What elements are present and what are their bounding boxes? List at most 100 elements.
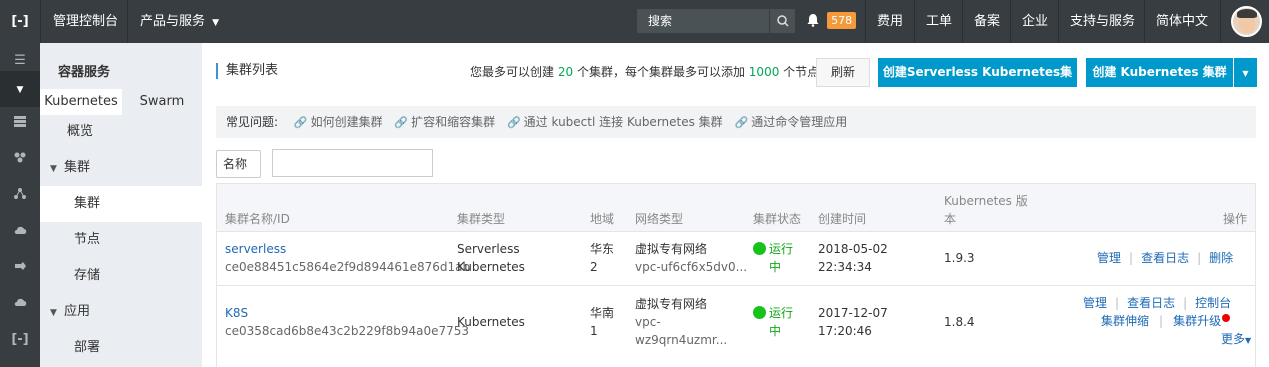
search-box[interactable]: 搜索 xyxy=(637,9,795,33)
sidebar-item-deploy[interactable]: 部署 xyxy=(40,330,202,366)
aliyun-logo-icon[interactable]: [-] xyxy=(0,0,40,43)
view-logs-link[interactable]: 查看日志 xyxy=(1141,251,1189,265)
console-home-link[interactable]: 管理控制台 xyxy=(53,0,118,43)
tab-kubernetes[interactable]: Kubernetes xyxy=(40,89,122,115)
console-link[interactable]: 控制台 xyxy=(1195,296,1231,310)
products-menu[interactable]: 产品与服务 ▼ xyxy=(140,0,219,43)
header-actions: 操作 xyxy=(1223,212,1248,226)
separator: | xyxy=(1183,296,1188,310)
cluster-id: ce0e88451c5864e2f9d894461e876d1ab xyxy=(225,260,471,274)
refresh-button[interactable]: 刷新 xyxy=(816,58,870,87)
server-icon[interactable] xyxy=(0,106,40,142)
sidebar-item-clusters[interactable]: 集群 xyxy=(40,186,202,222)
header-created: 创建时间 xyxy=(818,212,867,226)
search-input[interactable]: 搜索 xyxy=(648,9,672,33)
quota-notice: 您最多可以创建 20 个集群，每个集群最多可以添加 1000 个节点 xyxy=(470,63,819,80)
separator: | xyxy=(1115,296,1120,310)
network-type: 虚拟专有网络 xyxy=(635,242,708,256)
delete-link[interactable]: 删除 xyxy=(1209,251,1233,265)
region-line1: 华东 xyxy=(590,242,615,256)
more-actions-dropdown[interactable]: 更多▼ xyxy=(1221,331,1251,349)
link-icon: 🔗 xyxy=(394,116,409,129)
bell-icon xyxy=(807,14,819,27)
cluster-type-line1: Kubernetes xyxy=(457,315,525,329)
k8s-version: 1.8.4 xyxy=(944,315,975,329)
network-icon[interactable] xyxy=(0,178,40,214)
tickets-link[interactable]: 工单 xyxy=(926,0,952,43)
speed-icon[interactable] xyxy=(0,250,40,286)
rail-collapse-icon[interactable]: ▼ xyxy=(0,71,40,107)
sidebar-group-application[interactable]: ▼ 应用 xyxy=(40,294,202,330)
header-type: 集群类型 xyxy=(457,212,506,226)
notifications-button[interactable]: 578 xyxy=(806,0,857,43)
manage-link[interactable]: 管理 xyxy=(1097,251,1121,265)
created-time: 17:20:46 xyxy=(818,324,872,338)
create-kubernetes-cluster-button[interactable]: 创建 Kubernetes 集群 xyxy=(1086,58,1233,87)
sidebar-item-nodes[interactable]: 节点 xyxy=(40,222,202,258)
manage-link[interactable]: 管理 xyxy=(1083,296,1107,310)
cloud-icon[interactable] xyxy=(0,286,40,322)
quota-suffix: 个节点 xyxy=(783,65,820,79)
billing-link[interactable]: 费用 xyxy=(877,0,903,43)
cluster-type-line1: Serverless xyxy=(457,242,520,256)
created-date: 2017-12-07 xyxy=(818,306,888,320)
cloud-upload-icon[interactable] xyxy=(0,214,40,250)
link-icon: 🔗 xyxy=(734,116,749,129)
create-serverless-cluster-button[interactable]: 创建Serverless Kubernetes集群 xyxy=(878,58,1077,108)
sidebar-group-cluster[interactable]: ▼ 集群 xyxy=(40,150,202,186)
tab-swarm[interactable]: Swarm xyxy=(122,89,202,115)
view-logs-link[interactable]: 查看日志 xyxy=(1127,296,1175,310)
faq-link-label: 扩容和缩容集群 xyxy=(411,115,496,129)
divider xyxy=(1144,0,1145,43)
table-header: 集群名称/ID 集群类型 地域 网络类型 集群状态 创建时间 Kubernete… xyxy=(217,184,1255,232)
faq-link-create-cluster[interactable]: 🔗 如何创建集群 xyxy=(294,115,383,129)
cluster-id: ce0358cad6b8e43c2b229f8b94a0e7753 xyxy=(225,324,470,338)
divider xyxy=(1058,0,1059,43)
sort-select[interactable]: 名称▲▼ xyxy=(216,150,261,196)
create-cluster-dropdown-button[interactable]: ▼ xyxy=(1234,58,1257,87)
icp-filing-link[interactable]: 备案 xyxy=(974,0,1000,43)
cluster-name-link[interactable]: serverless xyxy=(225,241,286,258)
region-line2: 2 xyxy=(590,260,598,274)
table-row: K8S ce0358cad6b8e43c2b229f8b94a0e7753 Ku… xyxy=(217,286,1255,367)
search-icon xyxy=(777,15,789,27)
caret-down-icon: ▼ xyxy=(50,308,57,318)
sidebar-item-overview[interactable]: 概览 xyxy=(40,114,202,150)
row-actions-line2: 集群伸缩 | 集群升级 xyxy=(1101,313,1231,330)
status-indicator: 运行 xyxy=(753,241,793,258)
status-running-icon xyxy=(753,242,766,255)
more-label: 更多 xyxy=(1221,332,1246,346)
quota-mid: 个集群，每个集群最多可以添加 xyxy=(576,65,745,79)
faq-bar: 常见问题: 🔗 如何创建集群 🔗 扩容和缩容集群 🔗 通过 kubectl 连接 Ku… xyxy=(216,106,1256,138)
faq-link-scale-cluster[interactable]: 🔗 扩容和缩容集群 xyxy=(394,115,495,129)
cluster-table: 集群名称/ID 集群类型 地域 网络类型 集群状态 创建时间 Kubernete… xyxy=(216,183,1256,367)
language-selector[interactable]: 简体中文 xyxy=(1156,0,1208,43)
created-date: 2018-05-02 xyxy=(818,242,888,256)
support-link[interactable]: 支持与服务 xyxy=(1070,0,1135,43)
region-line2: 1 xyxy=(590,324,598,338)
user-avatar[interactable] xyxy=(1231,6,1262,37)
main-content: 集群列表 您最多可以创建 20 个集群，每个集群最多可以添加 1000 个节点 … xyxy=(202,43,1269,367)
search-button[interactable] xyxy=(769,9,795,33)
caret-down-icon: ▼ xyxy=(1245,336,1252,345)
faq-link-manage-apps[interactable]: 🔗 通过命令管理应用 xyxy=(735,115,848,129)
status-line2: 中 xyxy=(769,260,782,274)
separator: | xyxy=(1129,251,1134,265)
faq-link-label: 如何创建集群 xyxy=(310,115,383,129)
faq-link-kubectl[interactable]: 🔗 通过 kubectl 连接 Kubernetes 集群 xyxy=(507,115,723,129)
upgrade-cluster-link[interactable]: 集群升级 xyxy=(1173,314,1221,328)
table-row: serverless ce0e88451c5864e2f9d894461e876… xyxy=(217,232,1255,286)
scale-cluster-link[interactable]: 集群伸缩 xyxy=(1101,314,1149,328)
cluster-filter-input[interactable] xyxy=(272,149,433,177)
faq-link-label: 通过 kubectl 连接 Kubernetes 集群 xyxy=(523,115,723,129)
network-type: 虚拟专有网络 xyxy=(635,297,708,311)
enterprise-link[interactable]: 企业 xyxy=(1022,0,1048,43)
caret-down-icon: ▼ xyxy=(212,18,220,28)
sidebar-group-application-label: 应用 xyxy=(64,304,91,319)
sidebar-item-storage[interactable]: 存储 xyxy=(40,258,202,294)
divider xyxy=(914,0,915,43)
cluster-icon[interactable] xyxy=(0,142,40,178)
bracket-logo-icon[interactable]: [-] xyxy=(0,322,40,358)
divider xyxy=(865,0,866,43)
cluster-name-link[interactable]: K8S xyxy=(225,305,248,322)
